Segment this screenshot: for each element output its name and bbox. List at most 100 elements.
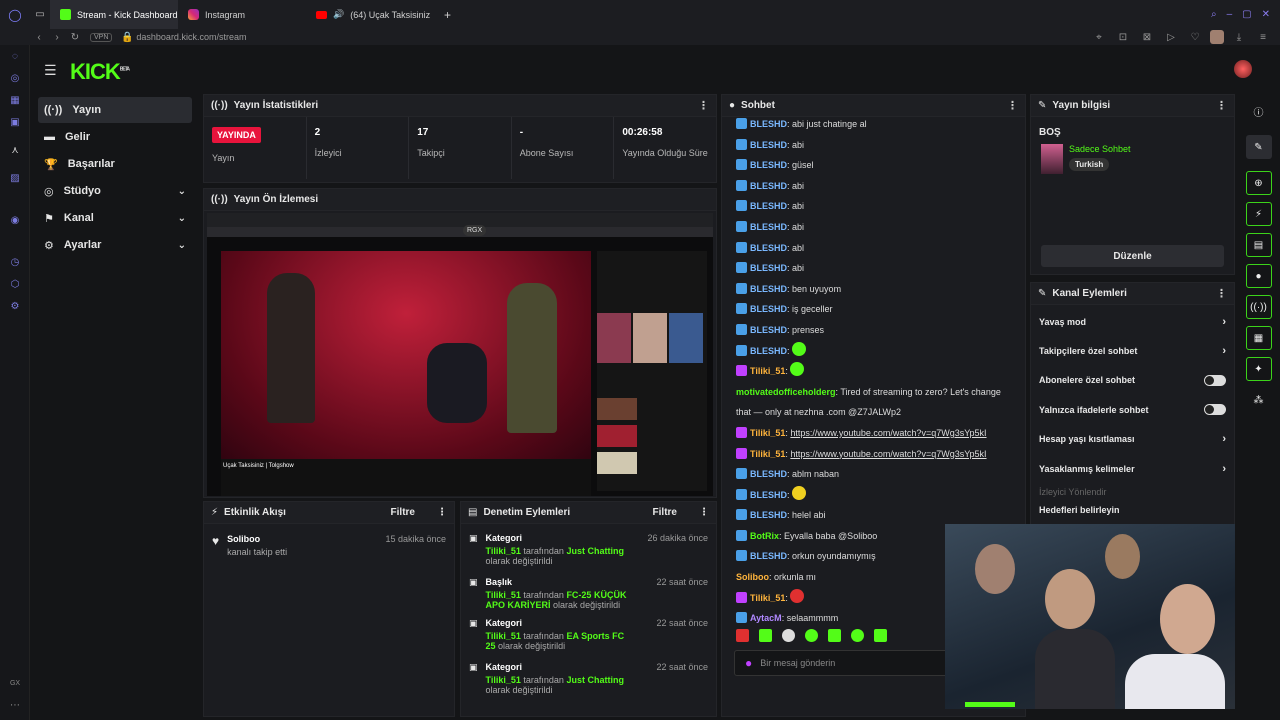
tab-kick-dashboard[interactable]: Stream - Kick Dashboard	[50, 0, 178, 29]
channel-action-5[interactable]: Yasaklanmış kelimeler ›	[1031, 454, 1234, 483]
more-options-icon[interactable]: ⋮	[1007, 99, 1018, 112]
channel-action-2[interactable]: Abonelere özel sohbet	[1031, 366, 1234, 395]
search-tabs-icon[interactable]: ⌕	[1211, 9, 1217, 20]
emote-icon[interactable]	[759, 628, 772, 642]
emote-icon[interactable]	[874, 628, 887, 642]
chat-username[interactable]: Tiliki_51	[750, 593, 785, 603]
minimize-icon[interactable]: –	[1227, 9, 1233, 20]
toggle-switch[interactable]	[1204, 374, 1226, 386]
download-icon[interactable]: ⤓	[1230, 32, 1248, 43]
users-icon[interactable]: ⁂	[1246, 388, 1272, 412]
chat-username[interactable]: BLESHD	[750, 119, 787, 129]
chat-username[interactable]: BLESHD	[750, 160, 787, 170]
sidebar-item-gelir[interactable]: ▬ Gelir	[38, 124, 192, 150]
chat-username[interactable]: BLESHD	[750, 325, 787, 335]
chat-username[interactable]: BLESHD	[750, 201, 787, 211]
set-goals-label[interactable]: Hedefleri belirleyin	[1031, 501, 1234, 515]
layout-icon[interactable]: ▦	[1245, 326, 1272, 350]
chat-username[interactable]: BLESHD	[750, 243, 787, 253]
chat-username[interactable]: BLESHD	[750, 284, 787, 294]
sidebar-item-ayarlar[interactable]: ⚙ Ayarlar ⌄	[38, 232, 192, 258]
sidebar-item-yayin[interactable]: ((·)) Yayın	[38, 97, 192, 123]
info-icon[interactable]: ⓘ	[1246, 99, 1272, 123]
more-options-icon[interactable]: ⋮	[699, 507, 709, 518]
wrench-icon[interactable]: ✦	[1245, 357, 1272, 381]
sidebar-item-kanal[interactable]: ⚑ Kanal ⌄	[38, 205, 192, 231]
channel-action-3[interactable]: Yalnızca ifadelerle sohbet	[1031, 395, 1234, 424]
profile-avatar[interactable]	[1210, 30, 1224, 44]
emote-icon[interactable]	[805, 628, 818, 642]
back-icon[interactable]: ‹	[30, 32, 48, 43]
heart-icon[interactable]: ♡	[1186, 32, 1204, 43]
tab-instagram[interactable]: Instagram	[178, 0, 306, 29]
sidebar-item-basarilar[interactable]: 🏆 Başarılar	[38, 151, 192, 177]
chat-username[interactable]: BLESHD	[750, 510, 787, 520]
edit-button[interactable]: Düzenle	[1041, 245, 1224, 267]
chat-link[interactable]: https://www.youtube.com/watch?v=q7Wg3sYp…	[790, 428, 986, 438]
moderator-link[interactable]: Tiliki_51	[486, 631, 521, 641]
player-icon[interactable]: ◉	[0, 209, 30, 231]
chat-username[interactable]: BLESHD	[750, 181, 787, 191]
chat-username[interactable]: BLESHD	[750, 346, 787, 356]
user-avatar[interactable]	[1234, 60, 1252, 78]
tab-youtube[interactable]: 🔊 (64) Uçak Taksisiniz	[306, 0, 434, 29]
speaker-icon[interactable]: 🔊	[333, 9, 344, 20]
photo-icon[interactable]: ▦	[0, 89, 30, 111]
emote-icon[interactable]	[828, 628, 841, 642]
sidebar-item-studyo[interactable]: ◎ Stüdyo ⌄	[38, 178, 192, 204]
vpn-badge[interactable]: VPN	[90, 32, 113, 42]
new-tab-button[interactable]: +	[434, 0, 456, 29]
chat-username[interactable]: Soliboo	[736, 572, 769, 582]
messenger-icon[interactable]: ◌	[0, 45, 30, 67]
broadcast-icon[interactable]: ((·))	[1245, 295, 1272, 319]
workspaces-icon[interactable]: ▭	[30, 9, 50, 20]
chat-username[interactable]: BotRix	[750, 531, 779, 541]
music-icon[interactable]: ⋏	[0, 139, 30, 161]
pencil-icon[interactable]: ✎	[1245, 135, 1272, 159]
channel-action-0[interactable]: Yavaş mod ›	[1031, 307, 1234, 336]
emote-icon[interactable]	[736, 628, 749, 642]
more-options-icon[interactable]: ⋮	[698, 99, 709, 112]
chat-username[interactable]: BLESHD	[750, 551, 787, 561]
chat-username[interactable]: Tiliki_51	[750, 428, 785, 438]
more-icon[interactable]: ⋯	[0, 694, 30, 716]
url-text[interactable]: dashboard.kick.com/stream	[136, 32, 246, 42]
stream-preview-video[interactable]: Uçak Taksisiniz | Tolgshow RGX	[207, 213, 713, 496]
moderator-link[interactable]: Tiliki_51	[486, 546, 521, 556]
ai-icon[interactable]: ◎	[0, 67, 30, 89]
more-options-icon[interactable]: ⋮	[437, 507, 447, 518]
lightning-icon[interactable]: ⚡	[1245, 202, 1272, 226]
moderator-link[interactable]: Tiliki_51	[486, 590, 521, 600]
opera-logo-icon[interactable]: ◯	[0, 8, 30, 22]
chat-username[interactable]: BLESHD	[750, 304, 787, 314]
gx-icon[interactable]: GX	[0, 672, 30, 694]
history-icon[interactable]: ◷	[0, 251, 30, 273]
emote-icon[interactable]	[851, 628, 864, 642]
chat-username[interactable]: BLESHD	[750, 222, 787, 232]
extensions-icon[interactable]: ⬡	[0, 273, 30, 295]
chat-username[interactable]: AytacM	[750, 613, 782, 623]
play-icon[interactable]: ▷	[1162, 32, 1180, 43]
note-icon[interactable]: ▤	[1245, 233, 1272, 257]
channel-action-4[interactable]: Hesap yaşı kısıtlaması ›	[1031, 425, 1234, 454]
emote-icon[interactable]	[782, 628, 795, 642]
moderator-link[interactable]: Tiliki_51	[486, 675, 521, 685]
toggle-switch[interactable]	[1204, 404, 1226, 416]
forward-icon[interactable]: ›	[48, 32, 66, 43]
chat-username[interactable]: BLESHD	[750, 140, 787, 150]
chat-link[interactable]: https://www.youtube.com/watch?v=q7Wg3sYp…	[790, 449, 986, 459]
settings-icon[interactable]: ⚙	[0, 295, 30, 317]
category-link[interactable]: Sadece Sohbet	[1069, 144, 1131, 154]
chat-username[interactable]: BLESHD	[750, 469, 787, 479]
more-options-icon[interactable]: ⋮	[1216, 287, 1227, 300]
chat-username[interactable]: Tiliki_51	[750, 366, 785, 376]
hamburger-menu-icon[interactable]: ☰	[44, 62, 57, 79]
chat-icon[interactable]: ●	[1245, 264, 1272, 288]
chat-username[interactable]: BLESHD	[750, 490, 787, 500]
channel-action-1[interactable]: Takipçilere özel sohbet ›	[1031, 336, 1234, 365]
chat-username[interactable]: Tiliki_51	[750, 449, 785, 459]
moderation-filter-button[interactable]: Filtre	[653, 507, 677, 518]
close-window-icon[interactable]: ✕	[1262, 9, 1270, 20]
twitch-icon[interactable]: ▨	[0, 167, 30, 189]
more-options-icon[interactable]: ⋮	[1216, 99, 1227, 112]
